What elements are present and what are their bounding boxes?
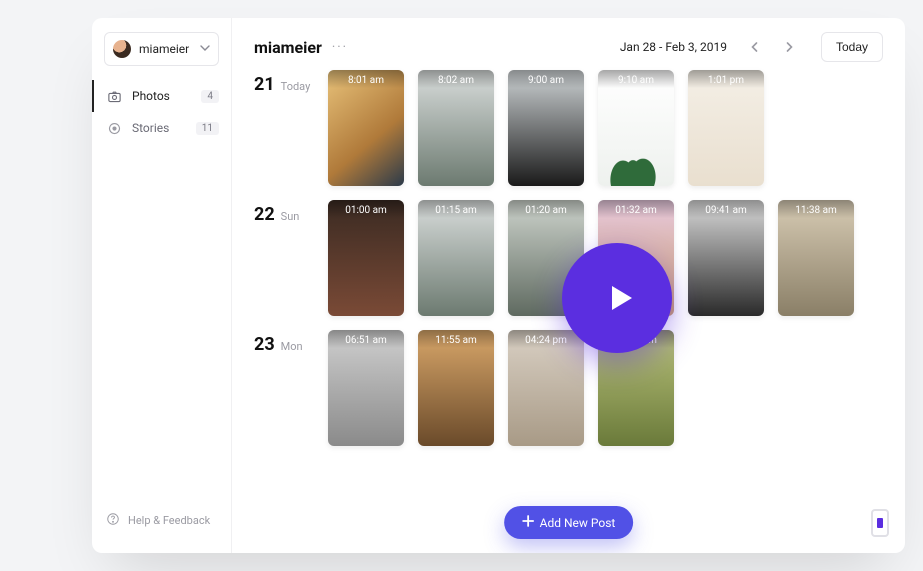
post-card[interactable]: 09:41 am <box>688 200 764 316</box>
sidebar-item-label: Stories <box>132 121 169 135</box>
post-card[interactable]: 04:24 pm <box>508 330 584 446</box>
page-title: miameier <box>254 38 322 57</box>
days-list: 21 Today 8:01 am 8:02 am 9:00 am 9:10 am 1:01 … <box>254 70 883 446</box>
day-name: Today <box>281 80 311 93</box>
post-time: 06:51 am <box>328 330 404 356</box>
post-time: 11:55 am <box>418 330 494 356</box>
post-card[interactable]: 8:02 am <box>418 70 494 186</box>
help-icon <box>106 512 120 529</box>
account-switcher[interactable]: miameier <box>104 32 219 66</box>
post-card[interactable]: 1:01 pm <box>688 70 764 186</box>
sidebar-item-stories[interactable]: Stories 11 <box>92 112 231 144</box>
post-time: 11:38 am <box>778 200 854 226</box>
more-menu[interactable]: ··· <box>332 40 348 55</box>
post-time: 01:00 am <box>328 200 404 226</box>
day-name: Sun <box>281 210 300 223</box>
day-label: 23 Mon <box>254 330 314 355</box>
post-time: 09:41 am <box>688 200 764 226</box>
post-card[interactable]: 9:10 am <box>598 70 674 186</box>
post-time: 01:32 am <box>598 200 674 226</box>
sidebar-item-label: Photos <box>132 89 170 103</box>
post-time: 8:02 am <box>418 70 494 96</box>
sidebar-nav: Photos 4 Stories 11 <box>92 80 231 144</box>
day-row: 23Mon06:51 am11:55 am04:24 pm07:52 pm <box>254 330 883 446</box>
camera-icon <box>106 88 122 104</box>
post-card[interactable]: 06:51 am <box>328 330 404 446</box>
post-card[interactable]: 11:38 am <box>778 200 854 316</box>
post-time: 01:15 am <box>418 200 494 226</box>
day-label: 21 Today <box>254 70 314 95</box>
add-new-post-button[interactable]: Add New Post <box>504 506 634 539</box>
stories-icon <box>106 120 122 136</box>
main-content: miameier ··· Jan 28 - Feb 3, 2019 Today … <box>232 18 905 553</box>
day-name: Mon <box>281 340 303 353</box>
post-time: 1:01 pm <box>688 70 764 96</box>
post-card[interactable]: 8:01 am <box>328 70 404 186</box>
post-card[interactable]: 01:15 am <box>418 200 494 316</box>
day-number: 22 <box>254 204 275 225</box>
today-button[interactable]: Today <box>821 32 883 62</box>
post-time: 04:24 pm <box>508 330 584 356</box>
app-window: miameier Photos 4 Stories 11 <box>92 18 905 553</box>
post-time: 9:00 am <box>508 70 584 96</box>
post-card[interactable]: 11:55 am <box>418 330 494 446</box>
date-range: Jan 28 - Feb 3, 2019 <box>620 40 727 54</box>
help-feedback-link[interactable]: Help & Feedback <box>92 502 231 539</box>
account-name: miameier <box>139 42 189 56</box>
post-time: 9:10 am <box>598 70 674 96</box>
next-week-button[interactable] <box>777 35 801 59</box>
add-post-label: Add New Post <box>540 516 616 530</box>
sidebar: miameier Photos 4 Stories 11 <box>92 18 232 553</box>
play-button[interactable] <box>562 243 672 353</box>
badge: 11 <box>196 122 219 135</box>
chevron-down-icon <box>200 42 210 56</box>
plus-icon <box>522 515 534 530</box>
sidebar-item-photos[interactable]: Photos 4 <box>92 80 231 112</box>
post-cards: 8:01 am 8:02 am 9:00 am 9:10 am 1:01 pm <box>328 70 764 186</box>
day-number: 23 <box>254 334 275 355</box>
help-label: Help & Feedback <box>128 514 210 527</box>
post-time: 01:20 am <box>508 200 584 226</box>
day-label: 22 Sun <box>254 200 314 225</box>
avatar <box>113 40 131 58</box>
prev-week-button[interactable] <box>743 35 767 59</box>
day-number: 21 <box>254 74 275 95</box>
phone-preview-button[interactable] <box>871 509 889 537</box>
post-time: 8:01 am <box>328 70 404 96</box>
badge: 4 <box>201 90 219 103</box>
day-row: 21 Today 8:01 am 8:02 am 9:00 am 9:10 am 1:01 … <box>254 70 883 186</box>
post-card[interactable]: 9:00 am <box>508 70 584 186</box>
header: miameier ··· Jan 28 - Feb 3, 2019 Today <box>254 32 883 62</box>
post-card[interactable]: 01:00 am <box>328 200 404 316</box>
